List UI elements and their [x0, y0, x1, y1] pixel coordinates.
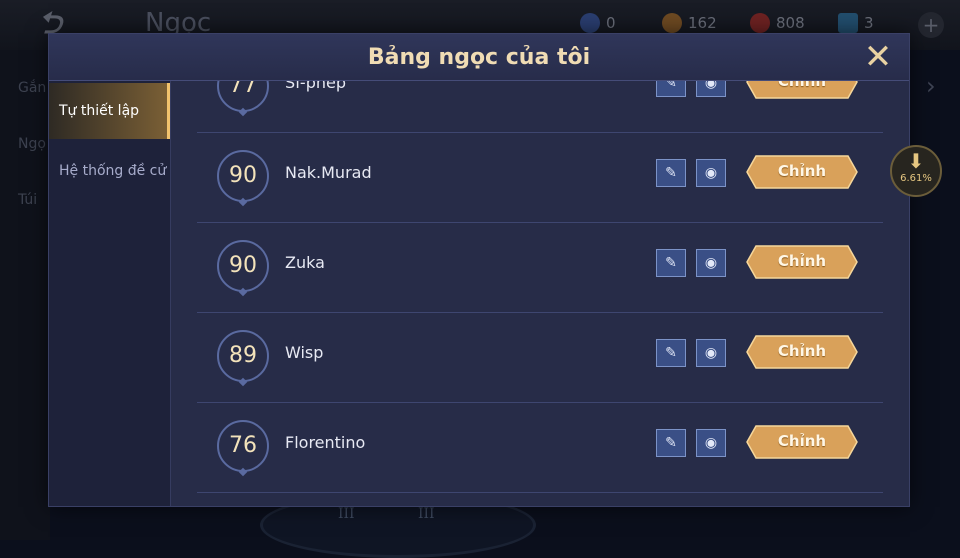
pencil-icon: ✎: [665, 81, 677, 91]
list-item: 89 Wisp ✎ ◉ Chỉnh: [170, 313, 909, 403]
adjust-button[interactable]: Chỉnh: [746, 335, 858, 369]
pencil-icon: ✎: [665, 435, 677, 451]
close-icon: ✕: [863, 37, 893, 77]
side-menu-label: Gắn: [18, 80, 47, 96]
side-menu-label: Ngọ: [18, 136, 46, 152]
download-progress-button[interactable]: ⬇ 6.61%: [890, 145, 942, 197]
list-item: 77 Sf-phép ✎ ◉ Chỉnh: [170, 81, 909, 133]
download-percent: 6.61%: [900, 173, 932, 184]
resource-voucher: 3: [838, 12, 874, 34]
dialog-title: Bảng ngọc của tôi: [367, 45, 591, 70]
tab-recommended[interactable]: Hệ thống đề cử: [49, 143, 170, 199]
view-button[interactable]: ◉: [696, 429, 726, 457]
ruby-icon: [750, 13, 770, 33]
rune-page-list[interactable]: 77 Sf-phép ✎ ◉ Chỉnh 90 Nak.Murad ✎ ◉ Ch: [170, 81, 909, 506]
edit-button[interactable]: ✎: [656, 159, 686, 187]
level-badge: 77: [217, 81, 269, 112]
resource-gem: 0: [580, 12, 616, 34]
edit-button[interactable]: ✎: [656, 249, 686, 277]
list-item: 76 Florentino ✎ ◉ Chỉnh: [170, 403, 909, 493]
resource-gold: 162: [662, 12, 717, 34]
level-badge: 90: [217, 240, 269, 292]
level-badge: 89: [217, 330, 269, 382]
adjust-button[interactable]: Chỉnh: [746, 81, 858, 99]
list-item: 90 Zuka ✎ ◉ Chỉnh: [170, 223, 909, 313]
eye-icon: ◉: [704, 255, 718, 271]
rune-page-dialog: Bảng ngọc của tôi ✕ Tự thiết lập Hệ thốn…: [48, 33, 910, 507]
view-button[interactable]: ◉: [696, 339, 726, 367]
eye-icon: ◉: [704, 81, 718, 91]
adjust-button-label: Chỉnh: [777, 432, 827, 450]
adjust-button-label: Chỉnh: [777, 81, 827, 90]
edit-button[interactable]: ✎: [656, 429, 686, 457]
view-button[interactable]: ◉: [696, 81, 726, 97]
rune-page-name: Nak.Murad: [285, 163, 372, 182]
eye-icon: ◉: [704, 165, 718, 181]
gem-icon: [580, 13, 600, 33]
background-side-menu: Gắn Ngọ Túi: [0, 50, 50, 540]
pencil-icon: ✎: [665, 255, 677, 271]
add-resource-button[interactable]: +: [918, 12, 944, 38]
rune-slot-label: III: [338, 506, 355, 522]
tab-list: Tự thiết lập Hệ thống đề cử: [49, 81, 171, 506]
row-divider: [197, 492, 883, 493]
pencil-icon: ✎: [665, 165, 677, 181]
adjust-button[interactable]: Chỉnh: [746, 245, 858, 279]
rune-page-name: Sf-phép: [285, 81, 346, 92]
adjust-button-label: Chỉnh: [777, 252, 827, 270]
adjust-button-label: Chỉnh: [777, 342, 827, 360]
edit-button[interactable]: ✎: [656, 81, 686, 97]
adjust-button-label: Chỉnh: [777, 162, 827, 180]
adjust-button[interactable]: Chỉnh: [746, 155, 858, 189]
adjust-button[interactable]: Chỉnh: [746, 425, 858, 459]
download-icon: ⬇: [907, 149, 925, 173]
chevron-right-icon: ›: [926, 72, 936, 100]
close-button[interactable]: ✕: [861, 40, 895, 74]
resource-ruby: 808: [750, 12, 805, 34]
gold-coin-icon: [662, 13, 682, 33]
pencil-icon: ✎: [665, 345, 677, 361]
side-menu-label: Túi: [18, 192, 38, 208]
level-badge: 76: [217, 420, 269, 472]
view-button[interactable]: ◉: [696, 249, 726, 277]
eye-icon: ◉: [704, 345, 718, 361]
list-item: 90 Nak.Murad ✎ ◉ Chỉnh: [170, 133, 909, 223]
eye-icon: ◉: [704, 435, 718, 451]
rune-page-name: Florentino: [285, 433, 366, 452]
voucher-icon: [838, 13, 858, 33]
tab-custom[interactable]: Tự thiết lập: [49, 83, 170, 139]
edit-button[interactable]: ✎: [656, 339, 686, 367]
view-button[interactable]: ◉: [696, 159, 726, 187]
rune-page-name: Zuka: [285, 253, 325, 272]
rune-page-name: Wisp: [285, 343, 324, 362]
rune-slot-label: III: [418, 506, 435, 522]
level-badge: 90: [217, 150, 269, 202]
